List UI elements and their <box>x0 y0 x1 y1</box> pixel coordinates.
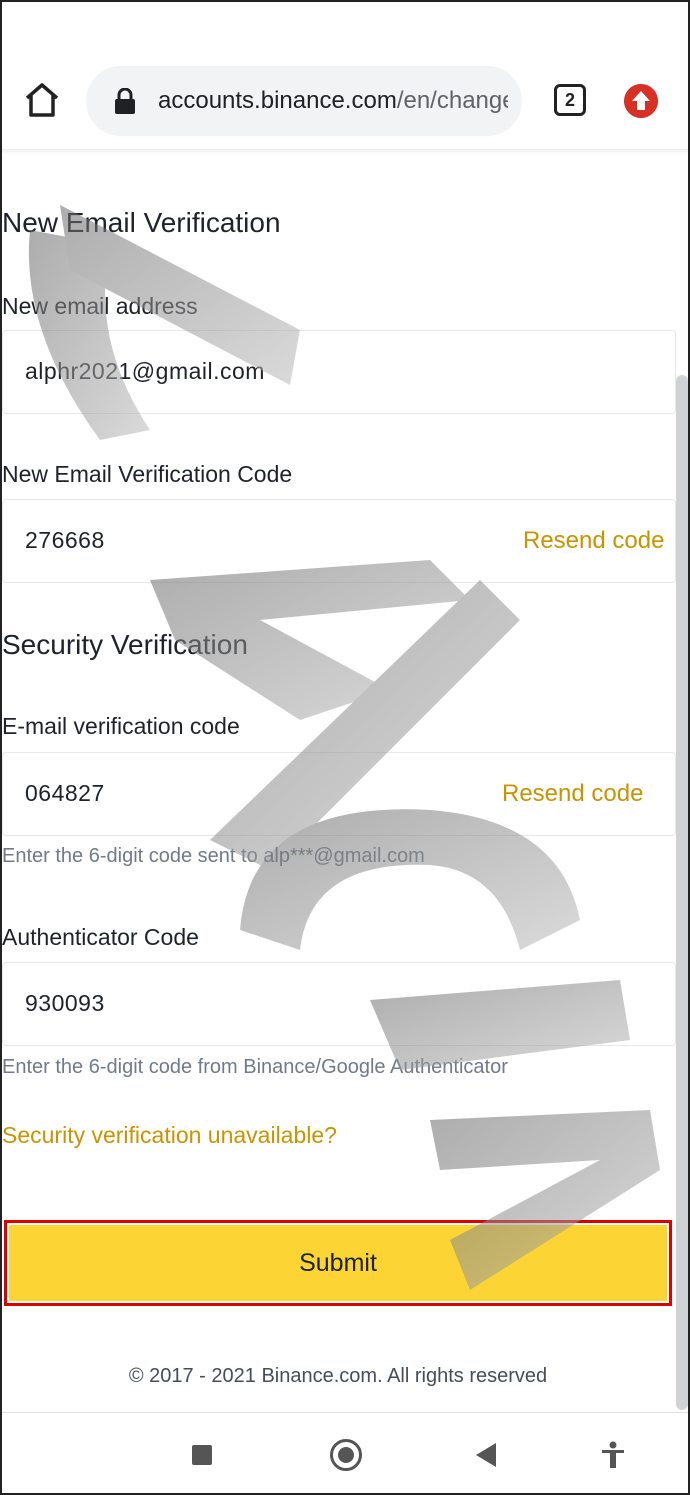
email-code-field[interactable]: 064827 Resend code <box>2 752 676 836</box>
home-icon[interactable] <box>22 80 62 120</box>
url-host: accounts.binance.com <box>158 87 397 114</box>
new-email-code-label: New Email Verification Code <box>2 461 293 487</box>
email-code-label: E-mail verification code <box>2 713 240 739</box>
submit-button[interactable]: Submit <box>9 1225 667 1301</box>
new-email-code-value: 276668 <box>25 527 105 553</box>
home-circle-icon[interactable] <box>330 1439 362 1471</box>
android-nav-bar <box>0 1412 690 1495</box>
email-code-hint: Enter the 6-digit code sent to alp***@gm… <box>2 845 425 867</box>
url-text: accounts.binance.com/en/change <box>158 87 508 115</box>
resend-code-button-2[interactable]: Resend code <box>502 780 643 808</box>
auth-code-hint: Enter the 6-digit code from Binance/Goog… <box>2 1056 508 1078</box>
copyright-text: © 2017 - 2021 Binance.com. All rights re… <box>128 1365 548 1387</box>
new-email-section-title: New Email Verification <box>2 207 281 238</box>
resend-code-button-1[interactable]: Resend code <box>523 527 664 555</box>
accessibility-icon[interactable] <box>600 1441 626 1469</box>
lock-icon <box>115 88 135 114</box>
arrow-up-icon[interactable] <box>624 84 658 118</box>
new-email-field[interactable]: alphr2021@gmail.com <box>2 330 676 414</box>
new-email-value: alphr2021@gmail.com <box>25 358 265 384</box>
address-bar[interactable]: accounts.binance.com/en/change <box>86 66 522 136</box>
security-section-title: Security Verification <box>2 629 248 660</box>
tab-count-button[interactable]: 2 <box>554 84 586 116</box>
security-unavailable-link[interactable]: Security verification unavailable? <box>2 1122 337 1149</box>
new-email-label: New email address <box>2 293 198 319</box>
back-triangle-icon[interactable] <box>476 1443 496 1467</box>
auth-code-field[interactable]: 930093 <box>2 962 676 1046</box>
browser-toolbar: accounts.binance.com/en/change 2 <box>0 0 690 150</box>
page-scrollbar[interactable] <box>676 375 688 1410</box>
auth-code-label: Authenticator Code <box>2 924 199 950</box>
submit-highlight-box: Submit <box>4 1220 672 1306</box>
url-path: /en/change <box>396 87 508 114</box>
new-email-code-field[interactable]: 276668 Resend code <box>2 499 676 583</box>
recents-square-icon[interactable] <box>192 1445 212 1465</box>
email-code-value: 064827 <box>25 780 105 806</box>
auth-code-value: 930093 <box>25 990 105 1016</box>
